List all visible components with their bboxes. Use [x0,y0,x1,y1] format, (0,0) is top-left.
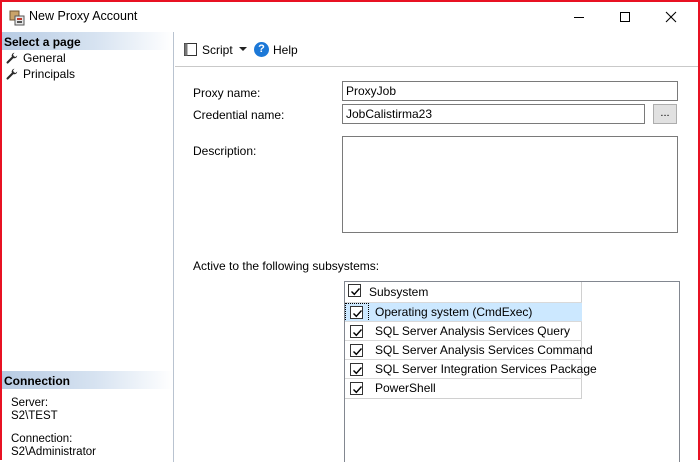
page-item-general-label: General [23,51,66,65]
subsystem-label: PowerShell [375,381,436,395]
server-value: S2\TEST [11,410,58,422]
checkbox [348,284,361,297]
proxy-name-input[interactable]: ProxyJob [342,81,678,101]
server-label: Server: [11,397,49,409]
page-item-principals[interactable]: Principals [2,66,173,82]
checkbox [350,306,363,319]
script-label: Script [202,43,233,57]
credential-name-label: Credential name: [193,108,285,122]
subsystem-row[interactable]: PowerShell [345,378,582,397]
close-icon [665,11,677,23]
wrench-icon [6,52,18,64]
subsystem-row[interactable]: SQL Server Analysis Services Command [345,340,593,360]
proxy-name-label: Proxy name: [193,86,261,100]
subsystem-label: Operating system (CmdExec) [375,305,533,319]
subsystems-label: Active to the following subsystems: [193,259,380,273]
checkmark-icon [353,348,363,356]
subsystem-checkbox[interactable] [345,379,369,398]
minimize-button[interactable] [556,2,602,32]
checkbox [350,363,363,376]
subsystem-label: SQL Server Analysis Services Command [375,343,593,357]
subsystem-row[interactable]: Operating system (CmdExec) [345,302,582,322]
help-label: Help [273,43,298,57]
connection-label: Connection: [11,433,73,445]
credential-name-input[interactable]: JobCalistirma23 [342,104,645,124]
checkmark-icon [353,386,363,394]
subsystem-label: SQL Server Analysis Services Query [375,324,570,338]
checkmark-icon [351,288,361,296]
left-pane: Select a page General Principals Connect… [2,32,174,462]
proxy-account-app-icon [9,10,25,26]
close-button[interactable] [648,2,694,32]
page-item-general[interactable]: General [2,50,173,66]
page-item-principals-label: Principals [23,67,76,81]
subsystem-checkbox[interactable] [345,322,369,341]
script-dropdown-arrow-icon[interactable] [238,38,248,58]
subsystem-checkbox[interactable] [345,303,369,322]
script-icon [184,43,197,56]
title-bar: New Proxy Account [2,2,698,32]
maximize-icon [620,12,630,22]
maximize-button[interactable] [602,2,648,32]
checkmark-icon [353,329,363,337]
subsystems-grid: Subsystem Operating system (CmdExec) SQL… [345,282,597,399]
connection-value: S2\Administrator [11,446,97,458]
new-proxy-account-window: New Proxy Account Select a page General [0,0,700,462]
server-info: Server: S2\TEST [11,397,58,423]
checkbox [350,325,363,338]
description-input[interactable] [342,136,678,233]
checkbox [350,344,363,357]
select-all-checkbox[interactable] [345,282,369,301]
checkmark-icon [353,367,363,375]
subsystem-column-header: Subsystem [369,285,429,299]
toolbar: Script ? Help [175,32,698,67]
connection-header: Connection [2,371,173,389]
subsystem-checkbox[interactable] [345,341,369,360]
window-title: New Proxy Account [29,9,138,23]
wrench-icon [6,68,18,80]
credential-browse-button[interactable]: ... [653,104,677,124]
select-page-header: Select a page [2,32,173,50]
help-icon: ? [254,42,269,57]
description-label: Description: [193,144,257,158]
checkmark-icon [353,310,363,318]
subsystems-list: Subsystem Operating system (CmdExec) SQL… [344,281,680,462]
subsystem-header-row: Subsystem [345,282,582,302]
connection-info: Connection: S2\Administrator [11,433,96,459]
checkbox [350,382,363,395]
minimize-icon [574,17,584,18]
subsystem-row[interactable]: SQL Server Integration Services Package [345,359,597,379]
subsystem-row[interactable]: SQL Server Analysis Services Query [345,321,582,340]
subsystem-label: SQL Server Integration Services Package [375,362,597,376]
subsystem-checkbox[interactable] [345,360,369,379]
